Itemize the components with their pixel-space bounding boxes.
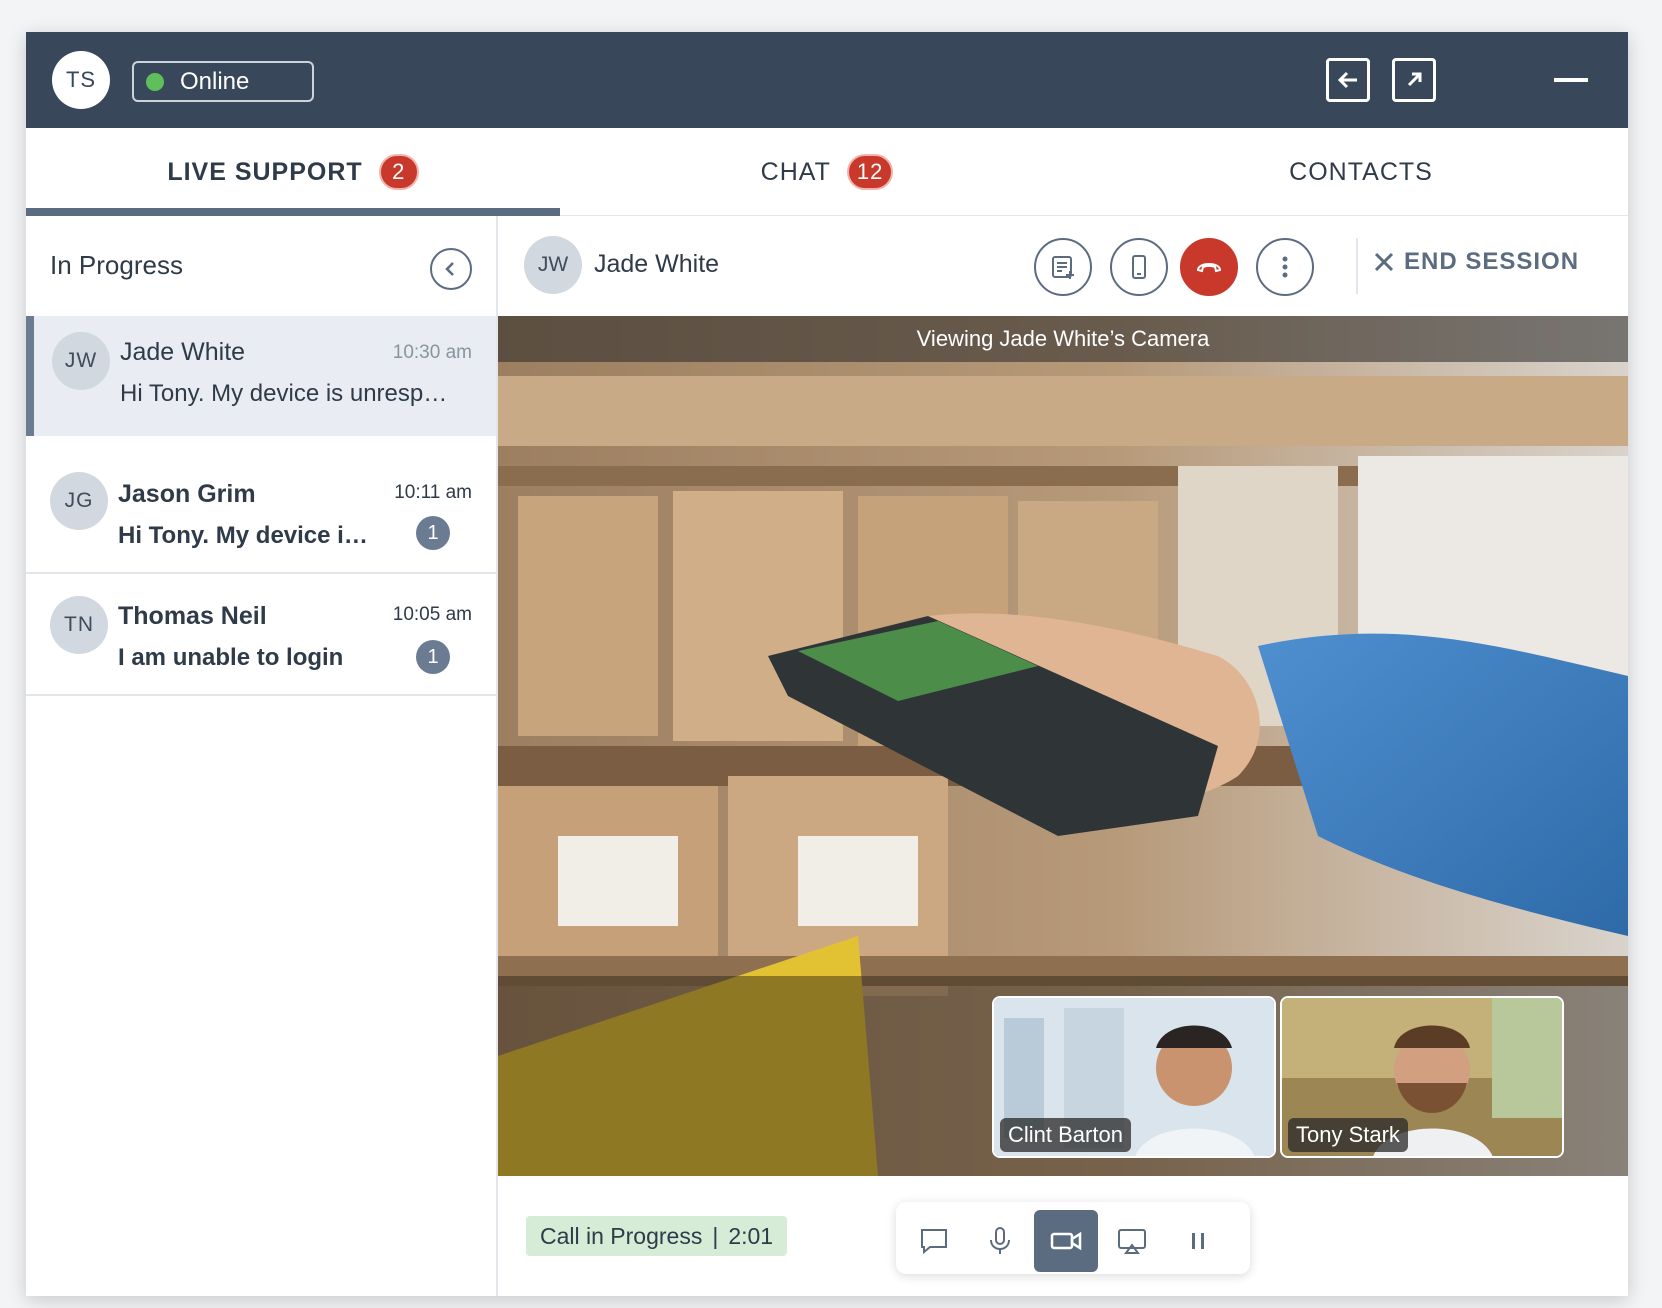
back-panel-icon xyxy=(1337,71,1357,89)
avatar: JG xyxy=(50,472,108,530)
conversation-item[interactable]: TN Thomas Neil 10:05 am I am unable to l… xyxy=(26,574,496,696)
unread-badge: 1 xyxy=(416,640,450,674)
call-controls-bar: Call in Progress | 2:01 xyxy=(498,1176,1628,1296)
tab-label: CHAT xyxy=(760,157,831,186)
chevron-left-icon xyxy=(445,262,454,276)
conversation-name: Thomas Neil xyxy=(118,602,267,630)
call-status-label: Call in Progress xyxy=(540,1222,703,1249)
conversation-time: 10:05 am xyxy=(392,604,472,625)
hang-up-button[interactable] xyxy=(1180,238,1238,296)
participant-tile[interactable]: Tony Stark xyxy=(1280,996,1564,1158)
status-label: Online xyxy=(180,67,250,95)
conversation-panel: In Progress JW Jade White 10:30 am Hi To… xyxy=(26,216,498,1296)
call-status-badge: Call in Progress | 2:01 xyxy=(526,1216,788,1256)
microphone-icon xyxy=(990,1227,1010,1254)
panel-title: In Progress xyxy=(50,250,183,280)
conversation-name: Jade White xyxy=(120,338,246,366)
screen-share-icon xyxy=(1118,1229,1146,1254)
end-session-button[interactable]: END SESSION xyxy=(1372,248,1579,276)
panel-header: In Progress xyxy=(26,216,496,316)
popout-icon xyxy=(1407,72,1422,87)
screen-share-button[interactable] xyxy=(1100,1210,1164,1272)
main-tabs: LIVE SUPPORT 2 CHAT 12 CONTACTS xyxy=(26,128,1628,216)
participant-tile[interactable]: Clint Barton xyxy=(992,996,1276,1158)
hang-up-icon xyxy=(1196,263,1222,273)
tab-live-support[interactable]: LIVE SUPPORT 2 xyxy=(26,128,560,216)
call-timer: 2:01 xyxy=(728,1222,774,1249)
active-tab-indicator xyxy=(26,208,560,216)
more-options-button[interactable] xyxy=(1256,238,1314,296)
conversation-item[interactable]: JG Jason Grim 10:11 am Hi Tony. My devic… xyxy=(26,436,496,574)
media-controls xyxy=(896,1202,1250,1274)
back-panel-button[interactable] xyxy=(1326,58,1370,102)
separator: | xyxy=(712,1222,719,1249)
avatar: JW xyxy=(52,332,110,390)
unread-badge: 1 xyxy=(416,516,450,550)
chat-icon xyxy=(921,1229,947,1255)
pause-button[interactable] xyxy=(1166,1210,1230,1272)
user-avatar[interactable]: TS xyxy=(52,51,110,109)
status-selector[interactable]: Online xyxy=(132,61,314,102)
top-bar: TS Online xyxy=(26,32,1628,128)
avatar: JW xyxy=(524,236,582,294)
conversation-preview: I am unable to login xyxy=(118,644,344,671)
toolbar-divider xyxy=(1356,238,1358,294)
minimize-icon[interactable] xyxy=(1554,78,1588,82)
tab-label: LIVE SUPPORT xyxy=(167,157,363,186)
conversation-time: 10:30 am xyxy=(392,342,472,363)
session-header: JW Jade White END SESSION xyxy=(498,216,1628,316)
conversation-preview: Hi Tony. My device is not working xyxy=(118,522,370,549)
pause-icon xyxy=(1192,1233,1204,1249)
video-button[interactable] xyxy=(1034,1210,1098,1272)
video-caption: Viewing Jade White’s Camera xyxy=(498,316,1628,362)
participant-name: Clint Barton xyxy=(1000,1118,1131,1152)
add-note-button[interactable] xyxy=(1034,238,1092,296)
conversation-preview: Hi Tony. My device is unresponsive xyxy=(120,380,452,407)
tab-contacts[interactable]: CONTACTS xyxy=(1094,128,1628,216)
camera-video: Viewing Jade White’s Camera Clint Barton xyxy=(498,316,1628,1176)
popout-button[interactable] xyxy=(1392,58,1436,102)
video-camera-icon xyxy=(1050,1231,1082,1251)
conversation-name: Jason Grim xyxy=(118,480,256,508)
device-icon xyxy=(1132,255,1146,279)
device-view-button[interactable] xyxy=(1110,238,1168,296)
microphone-button[interactable] xyxy=(968,1210,1032,1272)
support-window: TS Online LIVE SUPPORT 2 CHAT 12 CONTACT… xyxy=(26,32,1628,1296)
notes-add-icon xyxy=(1052,256,1074,279)
tab-badge: 2 xyxy=(378,154,419,190)
end-session-label: END SESSION xyxy=(1404,248,1580,275)
tab-badge: 12 xyxy=(846,154,894,190)
collapse-panel-button[interactable] xyxy=(430,248,472,290)
chat-button[interactable] xyxy=(902,1210,966,1272)
session-contact-name: Jade White xyxy=(594,250,720,278)
close-icon xyxy=(1374,252,1394,272)
participant-name: Tony Stark xyxy=(1288,1118,1408,1152)
avatar: TN xyxy=(50,596,108,654)
conversation-time: 10:11 am xyxy=(394,482,472,503)
tab-chat[interactable]: CHAT 12 xyxy=(560,128,1094,216)
status-dot-icon xyxy=(146,72,164,91)
conversation-item[interactable]: JW Jade White 10:30 am Hi Tony. My devic… xyxy=(26,316,496,436)
more-vertical-icon xyxy=(1282,256,1288,278)
tab-label: CONTACTS xyxy=(1289,157,1433,186)
